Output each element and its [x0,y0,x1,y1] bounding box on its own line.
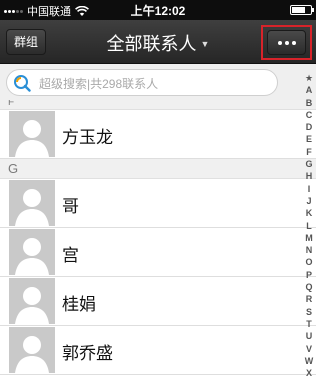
battery-icon [290,5,314,15]
index-letter[interactable]: I [308,183,311,195]
index-letter[interactable]: D [306,121,313,133]
more-button[interactable] [267,30,306,55]
search-icon [14,75,31,92]
index-letter[interactable]: V [306,343,312,355]
index-letter[interactable]: A [306,84,313,96]
index-letter[interactable]: E [306,133,312,145]
person-silhouette-icon [9,111,55,157]
index-letter[interactable]: N [306,244,313,256]
index-letter[interactable]: G [305,158,312,170]
index-letter[interactable]: K [306,207,313,219]
list-item[interactable]: 桂娟 [0,277,316,326]
avatar [9,111,55,157]
avatar [9,180,55,226]
search-input[interactable]: 超级搜索|共298联系人 [6,69,278,96]
section-header: G [0,159,316,179]
person-silhouette-icon [9,180,55,226]
index-letter[interactable]: O [305,256,312,268]
index-letter[interactable]: ★ [305,72,313,84]
dot [284,40,289,45]
index-letter[interactable]: W [305,355,314,367]
contact-name: 方玉龙 [62,128,113,147]
index-letter[interactable]: X [306,367,312,379]
chevron-down-icon: ▼ [200,39,210,49]
index-letter[interactable]: J [306,195,311,207]
status-bar: 中国联通 上午12:02 [0,0,316,20]
index-letter[interactable]: T [306,318,312,330]
index-letter[interactable]: R [306,293,313,305]
alphabet-index[interactable]: ★ A B C D E F G H I J K L M N O P Q R S T U V W X [302,72,316,379]
index-letter[interactable]: S [306,306,312,318]
page-title-label: 全部联系人 [106,34,197,54]
list-item[interactable]: 方玉龙 [0,110,316,159]
status-time: 上午12:02 [130,4,186,18]
nav-bar: 群组 全部联系人 ▼ [0,20,316,64]
index-letter[interactable]: Q [305,281,312,293]
index-letter[interactable]: F [306,146,312,158]
section-header: F [0,100,316,110]
dot [277,40,282,45]
index-letter[interactable]: L [306,220,312,232]
contact-name: 桂娟 [62,295,96,314]
index-letter[interactable]: P [306,269,312,281]
index-letter[interactable]: U [306,330,313,342]
search-placeholder: 超级搜索|共298联系人 [39,77,159,91]
dot [291,40,296,45]
index-letter[interactable]: H [306,170,313,182]
battery-fill [292,7,305,13]
person-silhouette-icon [9,327,55,373]
avatar [9,229,55,275]
avatar [9,278,55,324]
more-button-highlight [261,25,312,60]
index-letter[interactable]: C [306,109,313,121]
person-silhouette-icon [9,229,55,275]
index-letter[interactable]: B [306,97,313,109]
avatar [9,327,55,373]
contact-name: 哥 [62,197,79,216]
contact-list[interactable]: F 方玉龙 G 哥 宫 桂娟 郭乔盛 [0,100,316,379]
index-letter[interactable]: M [305,232,313,244]
contact-name: 宫 [62,246,79,265]
list-item[interactable]: 宫 [0,228,316,277]
list-item[interactable]: 哥 [0,179,316,228]
contact-name: 郭乔盛 [62,344,113,363]
person-silhouette-icon [9,278,55,324]
search-area: 超级搜索|共298联系人 [0,64,316,100]
list-item[interactable]: 郭乔盛 [0,326,316,375]
